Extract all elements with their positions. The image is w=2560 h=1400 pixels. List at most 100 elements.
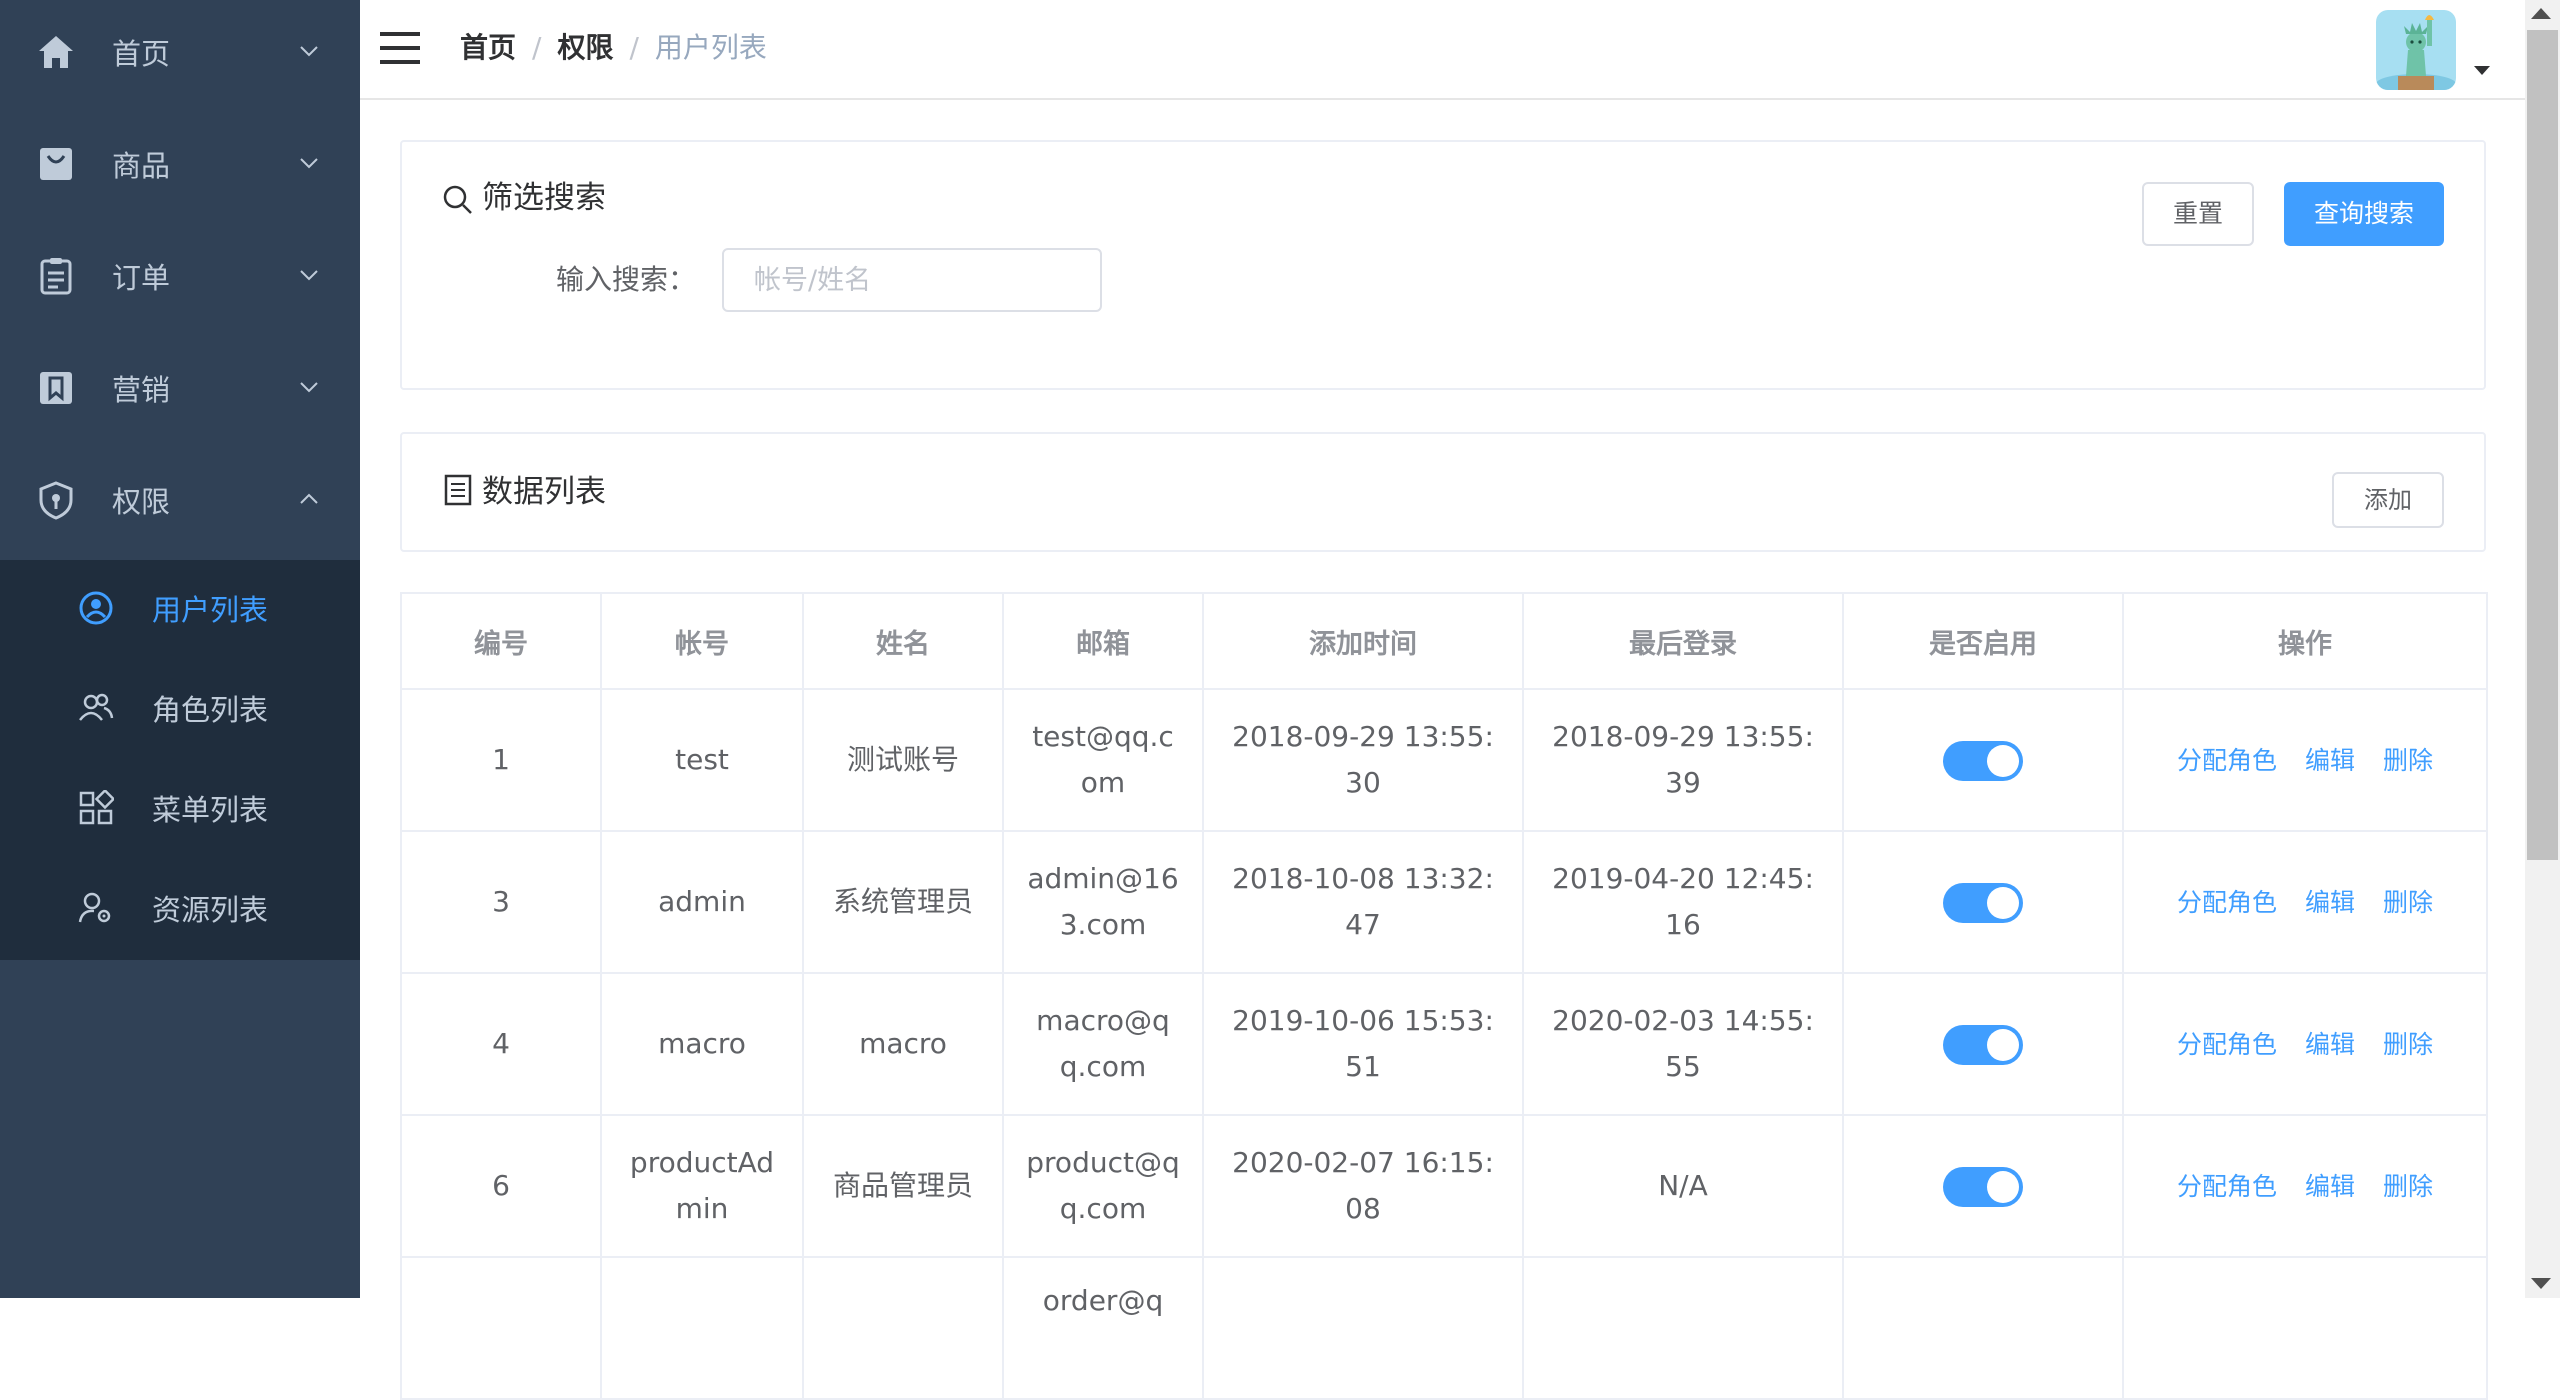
avatar[interactable] [2376,10,2456,90]
table-row: order@q [400,1256,2488,1400]
cell-enabled [1842,1256,2124,1400]
sidebar-item-products[interactable]: 商品 [0,112,360,224]
assign-role-link[interactable]: 分配角色 [2177,888,2277,917]
sidebar-item-label: 菜单列表 [152,793,269,827]
cell-last-login: 2019-04-20 12:45:16 [1522,830,1844,974]
cell-id: 4 [400,972,602,1116]
bookmark-icon [40,372,72,404]
cell-last-login: 2020-02-03 14:55:55 [1522,972,1844,1116]
chevron-down-icon [300,270,318,281]
search-icon [443,185,472,214]
enabled-toggle[interactable] [1943,883,2023,923]
cell-enabled [1842,688,2124,832]
chevron-down-icon [300,158,318,169]
cell-name: 测试账号 [802,688,1004,832]
cell-id: 1 [400,688,602,832]
delete-link[interactable]: 删除 [2383,1030,2433,1059]
scroll-down-arrow-icon[interactable] [2531,1278,2551,1289]
enabled-toggle[interactable] [1943,1167,2023,1207]
sidebar-item-label: 首页 [112,37,171,71]
search-input[interactable] [722,248,1102,312]
sidebar-item-orders[interactable]: 订单 [0,224,360,336]
edit-link[interactable]: 编辑 [2305,1030,2355,1059]
caret-down-icon[interactable] [2474,66,2490,75]
cell-enabled [1842,972,2124,1116]
chevron-down-icon [300,382,318,393]
query-search-button[interactable]: 查询搜索 [2284,182,2444,246]
column-header: 操作 [2122,592,2488,690]
edit-link[interactable]: 编辑 [2305,888,2355,917]
cell-account: admin [600,830,804,974]
edit-link[interactable]: 编辑 [2305,1172,2355,1201]
hamburger-icon[interactable] [380,30,420,66]
enabled-toggle[interactable] [1943,741,2023,781]
breadcrumb-home[interactable]: 首页 [460,31,516,64]
sidebar-item-home[interactable]: 首页 [0,0,360,112]
toggle-knob [1987,887,2019,919]
scroll-up-arrow-icon[interactable] [2531,8,2551,19]
sidebar-item-label: 订单 [112,261,171,295]
cell-actions: 分配角色 编辑 删除 [2122,972,2488,1116]
user-circle-icon [79,591,113,625]
sidebar: 首页 商品 订单 营销 权限 用户列表 角色列表 菜单列表 资源列表 [0,0,360,1298]
home-icon [39,36,73,68]
table-header-row: 编号 帐号 姓名 邮箱 添加时间 最后登录 是否启用 操作 [400,592,2488,690]
shield-icon [39,481,73,520]
statue-of-liberty-icon [2376,10,2456,90]
cell-last-login: N/A [1522,1114,1844,1258]
toggle-knob [1987,1171,2019,1203]
breadcrumb-permissions[interactable]: 权限 [557,31,613,64]
cell-actions [2122,1256,2488,1400]
sidebar-item-marketing[interactable]: 营销 [0,336,360,448]
sidebar-item-label: 用户列表 [152,593,269,627]
cell-created: 2019-10-06 15:53:51 [1202,972,1524,1116]
cell-enabled [1842,830,2124,974]
filter-card [400,140,2486,390]
reset-button[interactable]: 重置 [2142,182,2254,246]
breadcrumb-separator: / [532,31,542,64]
column-header: 最后登录 [1522,592,1844,690]
assign-role-link[interactable]: 分配角色 [2177,1030,2277,1059]
sidebar-item-label: 营销 [112,373,171,407]
shopping-bag-icon [40,148,72,180]
cell-actions: 分配角色 编辑 删除 [2122,688,2488,832]
edit-link[interactable]: 编辑 [2305,746,2355,775]
breadcrumb-separator: / [629,31,639,64]
cell-account [600,1256,804,1400]
data-list-card [400,432,2486,552]
chevron-down-icon [300,46,318,57]
sidebar-item-user-list[interactable]: 用户列表 [0,560,360,660]
cell-last-login [1522,1256,1844,1400]
cell-email: admin@163.com [1002,830,1204,974]
delete-link[interactable]: 删除 [2383,1172,2433,1201]
sidebar-item-menu-list[interactable]: 菜单列表 [0,760,360,860]
table-row: 3 admin 系统管理员 admin@163.com 2018-10-08 1… [400,830,2488,974]
cell-name: macro [802,972,1004,1116]
cell-account: test [600,688,804,832]
sidebar-item-permissions[interactable]: 权限 [0,448,360,560]
sidebar-item-resource-list[interactable]: 资源列表 [0,860,360,960]
grid-icon [79,790,114,825]
breadcrumb-current: 用户列表 [654,31,767,64]
column-header: 添加时间 [1202,592,1524,690]
permissions-submenu: 用户列表 角色列表 菜单列表 资源列表 [0,560,360,960]
clipboard-icon [40,258,72,295]
user-table: 编号 帐号 姓名 邮箱 添加时间 最后登录 是否启用 操作 1 test 测试账… [400,592,2488,1400]
assign-role-link[interactable]: 分配角色 [2177,1172,2277,1201]
cell-enabled [1842,1114,2124,1258]
assign-role-link[interactable]: 分配角色 [2177,746,2277,775]
sidebar-item-label: 商品 [112,149,171,183]
add-button[interactable]: 添加 [2332,472,2444,528]
scrollbar-thumb[interactable] [2527,30,2558,860]
cell-id [400,1256,602,1400]
column-header: 邮箱 [1002,592,1204,690]
delete-link[interactable]: 删除 [2383,746,2433,775]
cell-id: 6 [400,1114,602,1258]
search-label: 输入搜索： [556,263,697,296]
sidebar-item-role-list[interactable]: 角色列表 [0,660,360,760]
cell-created [1202,1256,1524,1400]
cell-id: 3 [400,830,602,974]
delete-link[interactable]: 删除 [2383,888,2433,917]
cell-account: productAdmin [600,1114,804,1258]
enabled-toggle[interactable] [1943,1025,2023,1065]
